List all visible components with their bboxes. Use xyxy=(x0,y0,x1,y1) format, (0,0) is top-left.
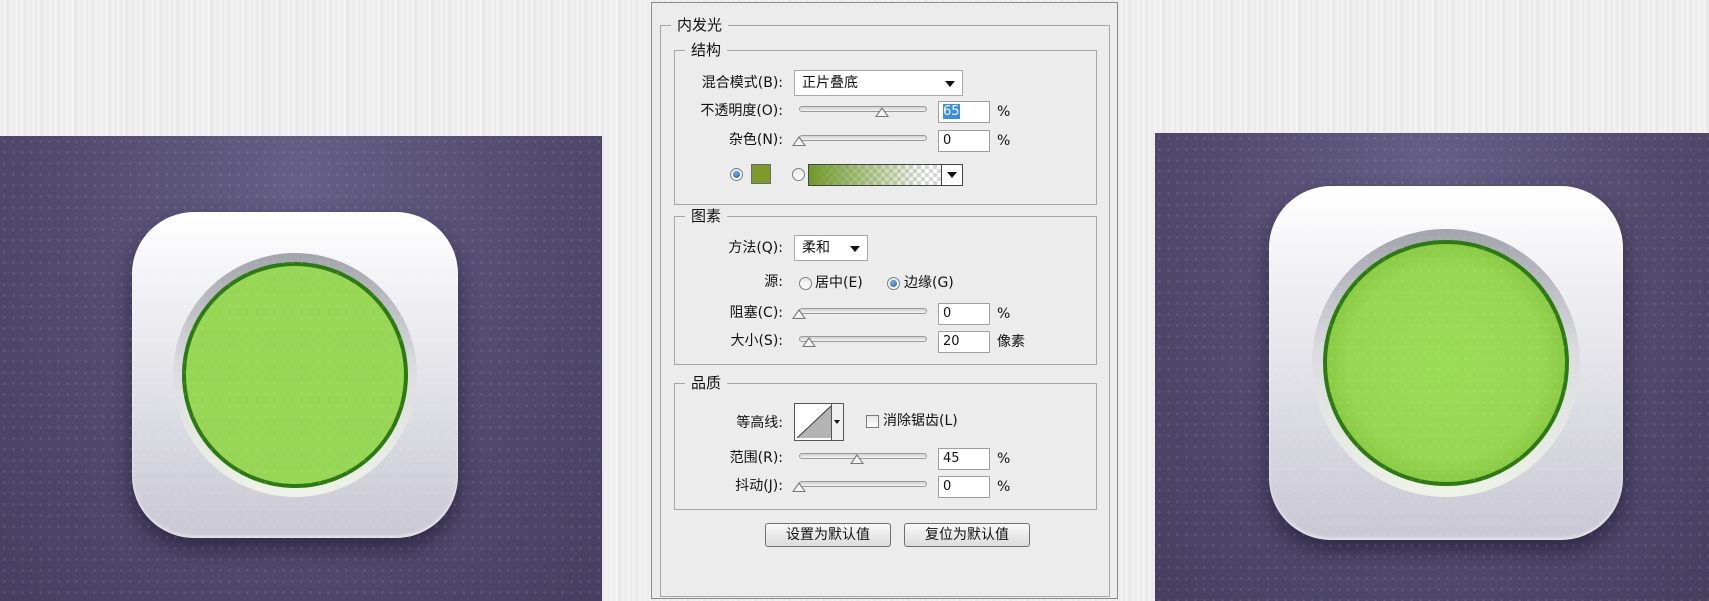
noise-label: 杂色(N): xyxy=(728,132,783,148)
panel-title: 内发光 xyxy=(671,16,729,34)
slider-thumb[interactable] xyxy=(802,337,817,347)
contour-curve-icon xyxy=(797,406,831,438)
make-default-button[interactable]: 设置为默认值 xyxy=(765,523,891,547)
opacity-slider[interactable] xyxy=(799,103,927,119)
preview-before xyxy=(0,136,602,601)
blend-mode-value: 正片叠底 xyxy=(802,75,858,91)
reset-default-button[interactable]: 复位为默认值 xyxy=(904,523,1030,547)
noise-input[interactable]: 0 xyxy=(938,130,990,152)
chevron-down-icon[interactable] xyxy=(831,404,843,440)
opacity-input[interactable]: 65 xyxy=(938,101,990,123)
slider-track xyxy=(799,336,927,342)
range-unit: % xyxy=(997,451,1011,467)
jitter-input[interactable]: 0 xyxy=(938,476,990,498)
elements-legend: 图素 xyxy=(685,207,728,225)
inner-glow-dialog: 内发光 结构 混合模式(B): 正片叠底 不透明度(O): 65 % 杂色(N)… xyxy=(651,2,1118,599)
structure-legend: 结构 xyxy=(685,41,728,59)
blend-mode-label: 混合模式(B): xyxy=(701,75,783,91)
slider-thumb[interactable] xyxy=(792,136,806,146)
icon-tile xyxy=(132,212,458,538)
size-unit: 像素 xyxy=(997,334,1025,350)
gradient-radio[interactable] xyxy=(792,168,805,181)
range-slider[interactable] xyxy=(799,450,927,466)
antialias-checkbox[interactable] xyxy=(866,415,879,428)
slider-track xyxy=(799,308,927,314)
technique-value: 柔和 xyxy=(802,240,830,256)
icon-ring xyxy=(1312,229,1580,497)
slider-thumb[interactable] xyxy=(875,107,890,117)
contour-picker[interactable] xyxy=(794,403,844,441)
source-label: 源: xyxy=(764,274,783,290)
blend-mode-select[interactable]: 正片叠底 xyxy=(794,70,963,96)
technique-select[interactable]: 柔和 xyxy=(794,235,868,261)
technique-label: 方法(Q): xyxy=(728,240,783,256)
preview-after xyxy=(1155,133,1709,601)
choke-input[interactable]: 0 xyxy=(938,303,990,325)
antialias-label[interactable]: 消除锯齿(L) xyxy=(883,412,958,430)
chevron-down-icon xyxy=(945,81,955,87)
source-center-radio[interactable] xyxy=(799,277,812,290)
gradient-picker[interactable] xyxy=(808,164,963,186)
source-center-label[interactable]: 居中(E) xyxy=(815,274,863,292)
choke-slider[interactable] xyxy=(792,305,927,321)
source-edge-label[interactable]: 边缘(G) xyxy=(904,274,954,292)
green-button-inner-glow xyxy=(1323,240,1569,486)
green-button-flat xyxy=(182,262,408,488)
jitter-unit: % xyxy=(997,479,1011,495)
inner-glow-panel: 内发光 结构 混合模式(B): 正片叠底 不透明度(O): 65 % 杂色(N)… xyxy=(660,16,1110,597)
jitter-label: 抖动(J): xyxy=(735,478,783,494)
slider-track xyxy=(799,481,927,487)
size-slider[interactable] xyxy=(799,333,927,349)
opacity-label: 不透明度(O): xyxy=(700,103,783,119)
noise-unit: % xyxy=(997,133,1011,149)
contour-label: 等高线: xyxy=(736,415,783,431)
slider-track xyxy=(799,135,927,141)
chevron-down-icon[interactable] xyxy=(941,165,962,185)
chevron-down-icon xyxy=(850,246,860,252)
slider-track xyxy=(799,106,927,112)
source-edge-radio[interactable] xyxy=(887,277,900,290)
glow-color-swatch[interactable] xyxy=(751,164,771,184)
range-label: 范围(R): xyxy=(729,450,783,466)
slider-thumb[interactable] xyxy=(792,482,806,492)
choke-unit: % xyxy=(997,306,1011,322)
range-input[interactable]: 45 xyxy=(938,448,990,470)
noise-slider[interactable] xyxy=(792,132,927,148)
structure-group: 结构 混合模式(B): 正片叠底 不透明度(O): 65 % 杂色(N): 0 … xyxy=(674,41,1097,205)
jitter-slider[interactable] xyxy=(792,478,927,494)
opacity-unit: % xyxy=(997,104,1011,120)
choke-label: 阻塞(C): xyxy=(729,305,783,321)
slider-thumb[interactable] xyxy=(849,454,864,464)
elements-group: 图素 方法(Q): 柔和 源: 居中(E) 边缘(G) 阻塞(C): 0 % 大… xyxy=(674,207,1097,365)
quality-legend: 品质 xyxy=(685,374,728,392)
icon-tile xyxy=(1269,186,1623,540)
quality-group: 品质 等高线: 消除锯齿(L) 范围(R): 45 % 抖动(J): 0 % xyxy=(674,374,1097,510)
size-input[interactable]: 20 xyxy=(938,331,990,353)
slider-thumb[interactable] xyxy=(792,309,806,319)
solid-color-radio[interactable] xyxy=(730,168,743,181)
icon-ring xyxy=(173,253,417,497)
size-label: 大小(S): xyxy=(730,333,783,349)
